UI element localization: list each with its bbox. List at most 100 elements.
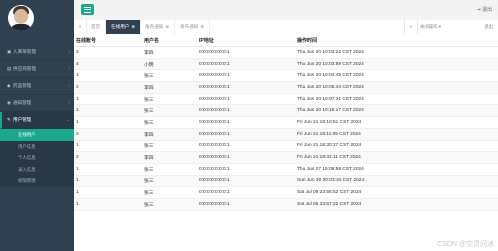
cell-username: 李四 [142, 46, 197, 59]
submenu-item-online-users[interactable]: 在线用户 [0, 129, 74, 141]
cell-time: Sat Jul 06 23:56:52 CST 2024 [295, 186, 498, 199]
cell-ip: 0:0:0:0:0:0:0:1 [197, 104, 295, 118]
cell-account: 1 [74, 104, 142, 118]
table-row[interactable]: 2 李四 0:0:0:0:0:0:0:1 Fri Jun 21 18:11:05 CS… [74, 128, 498, 141]
profile-area [0, 0, 74, 44]
table-row[interactable]: 1 张三 0:0:0:0:0:0:0:1 Fri Jun 21 18:30:27 CS… [74, 140, 498, 153]
table-row[interactable]: 1 张三 0:0:0:0:0:0:0:1 Sun Jun 30 00:03:34 CS… [74, 175, 498, 188]
cell-username: 张三 [142, 69, 197, 83]
cell-ip: 0:0:0:0:0:0:0:1 [197, 140, 295, 153]
cell-account: 1 [74, 163, 142, 176]
cell-time: Thu Jun 20 10:03:22 CST 2024 [295, 46, 498, 59]
close-operations-dropdown[interactable]: 关闭操作 ▾ [420, 20, 441, 34]
cell-time: Fri Jun 21 18:11:05 CST 2024 [295, 128, 498, 141]
chevron-down-icon: ⌄ [66, 117, 70, 122]
close-tab-icon[interactable]: ⊗ [131, 24, 135, 29]
cell-time: Fri Jun 21 18:30:27 CST 2024 [295, 140, 498, 153]
sidebar-item-notice[interactable]: ◉ 通知管理 ‹ [0, 95, 74, 112]
cell-time: Fri Jun 21 18:31:11 CST 2024 [295, 151, 498, 164]
menu-toggle-button[interactable] [81, 4, 94, 15]
cell-account: 2 [74, 81, 142, 94]
close-tab-icon[interactable]: ⊗ [200, 24, 204, 29]
table-row[interactable]: 4 小明 0:0:0:0:0:0:0:1 Thu Jun 20 10:03:59 CS… [74, 58, 498, 71]
submenu-item-personal-info[interactable]: 个人信息 [0, 152, 74, 164]
cell-username: 李四 [142, 151, 197, 164]
sidebar-menu: ▣ 入库单管理 ‹ ▤ 供应商管理 ‹ ◆ 药品管理 ‹ ◉ 通知管理 ‹ ✎ 用户管理 ⌄ [0, 44, 74, 129]
cell-username: 张三 [142, 186, 197, 199]
sidebar-item-label: 用户管理 [13, 117, 32, 122]
cell-username: 张三 [142, 163, 197, 176]
tab-logout-link[interactable]: 退出 [484, 20, 493, 34]
sidebar-item-user-management[interactable]: ✎ 用户管理 ⌄ [0, 112, 74, 129]
cell-ip: 0:0:0:0:0:0:0:1 [197, 69, 295, 83]
table-row[interactable]: 1 张三 0:0:0:0:0:0:0:1 Thu Jun 20 10:16:17 CS… [74, 104, 498, 118]
chevron-left-icon: ‹ [68, 49, 70, 54]
submenu-item-entry-info[interactable]: 录入信息 [0, 164, 74, 176]
cell-ip: 0:0:0:0:0:0:0:1 [197, 58, 295, 71]
tab-online-users[interactable]: 在线用户 ⊗ [106, 20, 142, 34]
cell-ip: 0:0:0:0:0:0:0:1 [197, 93, 295, 106]
cell-ip: 0:0:0:0:0:0:0:1 [197, 175, 295, 188]
submenu-item-user-info[interactable]: 用户信息 [0, 141, 74, 153]
tab-home[interactable]: 首页 [86, 20, 107, 34]
cell-username: 张三 [142, 140, 197, 153]
cell-ip: 0:0:0:0:0:0:0:1 [197, 128, 295, 141]
cell-time: Thu Jun 20 10:07:31 CST 2024 [295, 93, 498, 106]
table-row[interactable]: 1 张三 0:0:0:0:0:0:0:1 Thu Jun 20 10:04:45 CS… [74, 69, 498, 83]
cell-ip: 0:0:0:0:0:0:0:1 [197, 163, 295, 176]
tab-scroll-right-button[interactable]: » [404, 20, 418, 34]
sidebar-item-medicine[interactable]: ◆ 药品管理 ‹ [0, 78, 74, 95]
sidebar-item-supplier[interactable]: ▤ 供应商管理 ‹ [0, 61, 74, 78]
cell-account: 1 [74, 93, 142, 106]
table-row[interactable]: 1 张三 0:0:0:0:0:0:0:1 Thu Jun 27 15:08:58 CS… [74, 163, 498, 176]
table-row[interactable]: 1 张三 0:0:0:0:0:0:0:1 Fri Jun 21 18:10:51 CS… [74, 116, 498, 129]
cell-account: 2 [74, 128, 142, 141]
tab-role-notice[interactable]: 角色通知 ⊗ [140, 20, 176, 34]
cell-account: 1 [74, 186, 142, 199]
close-tab-icon[interactable]: ⊗ [165, 24, 169, 29]
cell-username: 小明 [142, 58, 197, 71]
sidebar-item-label: 通知管理 [13, 100, 32, 105]
tab-label: 在线用户 [111, 24, 130, 29]
column-header-time[interactable]: 操作时间 [295, 34, 498, 47]
cell-username: 张三 [142, 175, 197, 188]
cell-ip: 0:0:0:0:0:0:0:1 [197, 81, 295, 94]
cell-ip: 0:0:0:0:0:0:0:1 [197, 116, 295, 129]
column-header-account[interactable]: 在线账号 [74, 34, 142, 47]
table-row[interactable]: 1 张三 0:0:0:0:0:0:0:1 Sat Jul 06 23:57:22 CS… [74, 198, 498, 211]
logout-link[interactable]: ⇥ 退出 [476, 6, 492, 13]
cell-ip: 0:0:0:0:0:0:0:1 [197, 198, 295, 211]
cell-time: Sun Jun 30 00:03:34 CST 2024 [295, 175, 498, 188]
tab-publish-notice[interactable]: 发布通知 ⊗ [175, 20, 211, 34]
cell-account: 2 [74, 151, 142, 164]
cell-ip: 0:0:0:0:0:0:0:1 [197, 151, 295, 164]
cell-username: 李四 [142, 128, 197, 141]
tab-label: 首页 [91, 24, 101, 29]
avatar[interactable] [8, 5, 34, 31]
submenu-item-permissions[interactable]: 权限管理 [0, 175, 74, 187]
sidebar: ▣ 入库单管理 ‹ ▤ 供应商管理 ‹ ◆ 药品管理 ‹ ◉ 通知管理 ‹ ✎ 用户管理 ⌄ 在线用… [0, 0, 74, 251]
cell-time: Thu Jun 20 10:04:45 CST 2024 [295, 69, 498, 83]
logout-label: 退出 [481, 7, 492, 13]
table-row[interactable]: 2 李四 0:0:0:0:0:0:0:1 Thu Jun 20 10:05:44 CS… [74, 81, 498, 94]
table-row[interactable]: 1 张三 0:0:0:0:0:0:0:1 Thu Jun 20 10:07:31 CS… [74, 93, 498, 106]
sidebar-item-inbound[interactable]: ▣ 入库单管理 ‹ [0, 44, 74, 61]
cell-username: 张三 [142, 93, 197, 106]
cell-time: Fri Jun 21 18:10:51 CST 2024 [295, 116, 498, 129]
cell-username: 张三 [142, 104, 197, 118]
table-body: 2 李四 0:0:0:0:0:0:0:1 Thu Jun 20 10:03:22 CS… [74, 46, 498, 211]
sidebar-item-label: 入库单管理 [13, 49, 36, 54]
table-row[interactable]: 2 李四 0:0:0:0:0:0:0:1 Fri Jun 21 18:31:11 CS… [74, 151, 498, 164]
cell-account: 1 [74, 140, 142, 153]
table-row[interactable]: 1 张三 0:0:0:0:0:0:0:1 Sat Jul 06 23:56:52 CS… [74, 186, 498, 199]
cell-account: 2 [74, 46, 142, 59]
table-row[interactable]: 2 李四 0:0:0:0:0:0:0:1 Thu Jun 20 10:03:22 CS… [74, 46, 498, 59]
user-submenu: 在线用户 用户信息 个人信息 录入信息 权限管理 [0, 129, 74, 187]
cell-time: Sat Jul 06 23:57:22 CST 2024 [295, 198, 498, 211]
cell-time: Thu Jun 20 10:16:17 CST 2024 [295, 104, 498, 118]
table-header-row: 在线账号 用户名 IP地址 操作时间 [74, 34, 498, 47]
cell-username: 张三 [142, 198, 197, 211]
column-header-ip[interactable]: IP地址 [197, 34, 295, 47]
cell-username: 张三 [142, 116, 197, 129]
column-header-username[interactable]: 用户名 [142, 34, 197, 47]
